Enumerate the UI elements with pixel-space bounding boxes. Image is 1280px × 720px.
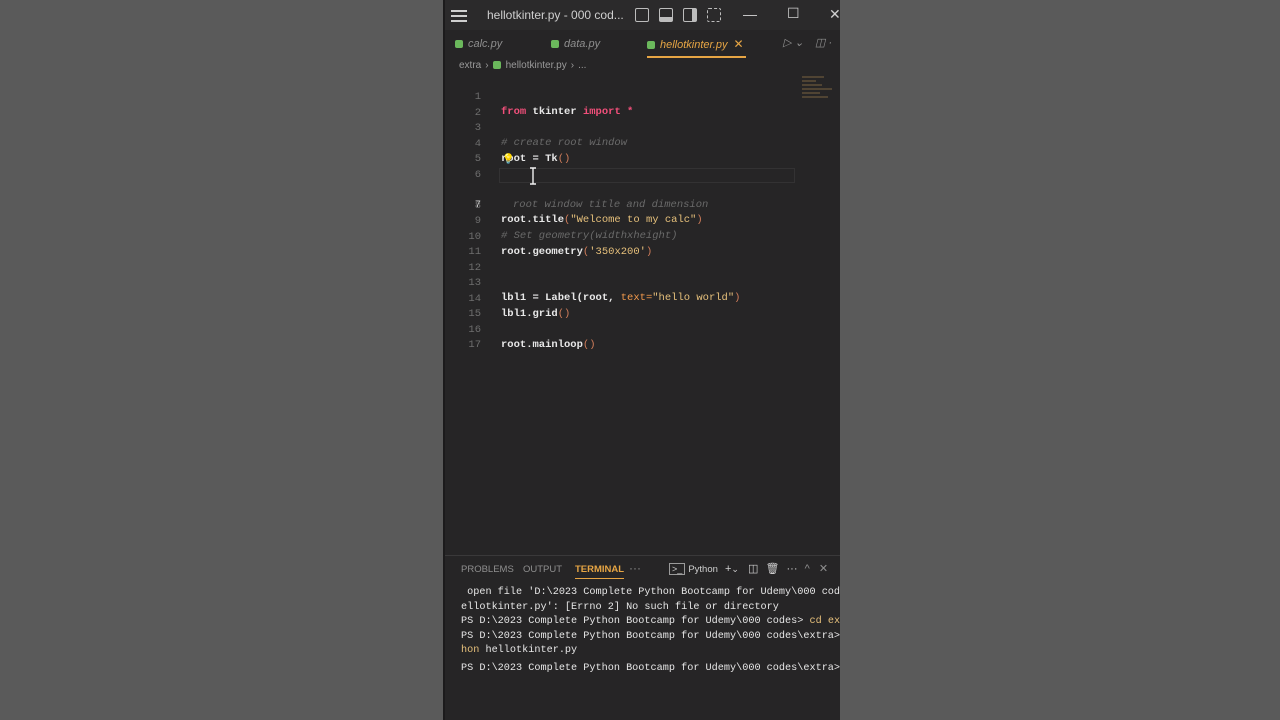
tab-label: calc.py <box>468 38 503 50</box>
code-line: 5 <box>445 137 840 165</box>
code-token: () <box>582 338 596 351</box>
terminal-actions: >_ Python +⌄ ◫ 🗑 ··· ^ ✕ <box>669 562 828 575</box>
code-line: 2 <box>445 91 840 119</box>
code-line: 17 <box>445 323 840 351</box>
code-line: 14 lbl1.grid() <box>445 277 840 320</box>
hamburger-menu-icon[interactable] <box>451 7 467 23</box>
python-file-icon <box>647 41 655 49</box>
code-line: 4 root = Tk() <box>445 122 840 165</box>
chevron-right-icon: › <box>485 60 489 71</box>
code-line: 6 💡 root window title and dimension <box>445 153 840 211</box>
chevron-up-icon[interactable]: ^ <box>805 563 810 575</box>
tab-hellotkinter[interactable]: hellotkinter.py ✕ <box>647 30 746 58</box>
chevron-right-icon: › <box>570 60 575 71</box>
code-line: 11 <box>445 230 840 258</box>
maximize-icon[interactable]: ☐ <box>787 5 800 22</box>
code-editor[interactable]: 1 from tkinter import * 2 3 # create roo… <box>445 75 840 555</box>
python-file-icon <box>455 40 463 48</box>
more-icon[interactable]: ··· <box>787 563 798 575</box>
tab-calc[interactable]: calc.py <box>455 30 502 58</box>
terminal-line: PS D:\2023 Complete Python Bootcamp for … <box>461 616 840 628</box>
tab-problems[interactable]: PROBLEMS <box>461 564 514 575</box>
code-line: 8 <box>445 184 840 212</box>
toggle-secondary-sidebar-icon[interactable] <box>683 8 697 22</box>
breadcrumb-more[interactable]: ... <box>578 60 586 71</box>
tab-label: data.py <box>564 38 601 50</box>
code-line: 1 from tkinter import * <box>445 75 840 118</box>
tab-data[interactable]: data.py <box>551 30 600 58</box>
close-panel-icon[interactable]: ✕ <box>819 563 828 575</box>
vscode-window: hellotkinter.py - 000 cod... — ☐ ✕ calc.… <box>443 0 840 720</box>
terminal-output[interactable]: open file 'D:\2023 Complete Python Bootc… <box>461 586 840 674</box>
python-file-icon <box>492 61 501 69</box>
terminal-line: open file 'D:\2023 Complete Python Bootc… <box>461 587 840 598</box>
window-title: hellotkinter.py - 000 cod... <box>487 8 624 22</box>
more-icon[interactable]: ··· <box>629 561 641 575</box>
terminal-line: hon hellotkinter.py <box>461 645 578 657</box>
terminal-line: PS D:\2023 Complete Python Bootcamp for … <box>461 659 840 674</box>
chevron-down-icon[interactable]: ⌄ <box>731 564 739 574</box>
terminal-line: ellotkinter.py': [Errno 2] No such file … <box>461 601 779 613</box>
code-line: 13 lbl1 = Label(root, text="hello world"… <box>445 261 840 304</box>
breadcrumb: extra › hellotkinter.py ›... <box>459 60 586 74</box>
toggle-panel-icon[interactable] <box>659 8 673 22</box>
terminal-shell-label[interactable]: Python <box>688 564 718 575</box>
split-terminal-icon[interactable]: ◫ <box>748 563 758 575</box>
tab-label: hellotkinter.py <box>660 39 728 51</box>
terminal-line: PS D:\2023 Complete Python Bootcamp for … <box>461 630 840 642</box>
code-line: 12 <box>445 246 840 274</box>
customize-layout-icon[interactable] <box>707 8 721 22</box>
editor-tabs: calc.py data.py hellotkinter.py ✕ ▷ ⌄ ◫ · <box>445 30 840 58</box>
run-icon[interactable]: ▷ ⌄ <box>783 36 804 49</box>
line-number: 17 <box>468 339 481 351</box>
trash-icon[interactable]: 🗑 <box>765 563 779 575</box>
terminal-shell-icon: >_ <box>669 563 686 575</box>
code-line: 15 <box>445 292 840 320</box>
code-line-current: 7 root.title("Welcome to my calc") <box>445 168 840 226</box>
code-line: 9 # Set geometry(widthxheight) <box>445 199 840 242</box>
title-bar: hellotkinter.py - 000 cod... — ☐ ✕ <box>445 0 840 30</box>
panel-tabs: PROBLEMS OUTPUT TERMINAL ··· >_ Python +… <box>445 556 840 582</box>
tab-terminal[interactable]: TERMINAL <box>575 564 625 579</box>
code-line: 16 root.mainloop() <box>445 308 840 351</box>
code-line: 10 root.geometry('350x200') <box>445 215 840 258</box>
lightbulb-icon[interactable]: 💡 <box>502 153 514 168</box>
breadcrumb-folder[interactable]: extra <box>459 60 481 71</box>
minimize-icon[interactable]: — <box>743 6 757 22</box>
breadcrumb-file[interactable]: hellotkinter.py <box>506 60 567 71</box>
close-tab-icon[interactable]: ✕ <box>733 37 743 51</box>
bottom-panel: PROBLEMS OUTPUT TERMINAL ··· >_ Python +… <box>445 555 840 720</box>
code-line: 3 # create root window <box>445 106 840 149</box>
tab-output[interactable]: OUTPUT <box>523 564 562 575</box>
split-editor-icon[interactable]: ◫ · <box>815 36 832 49</box>
close-window-icon[interactable]: ✕ <box>829 6 840 23</box>
code-token: root.mainloop <box>501 338 583 351</box>
python-file-icon <box>551 40 559 48</box>
toggle-sidebar-icon[interactable] <box>635 8 649 22</box>
text-cursor-icon <box>530 167 536 185</box>
